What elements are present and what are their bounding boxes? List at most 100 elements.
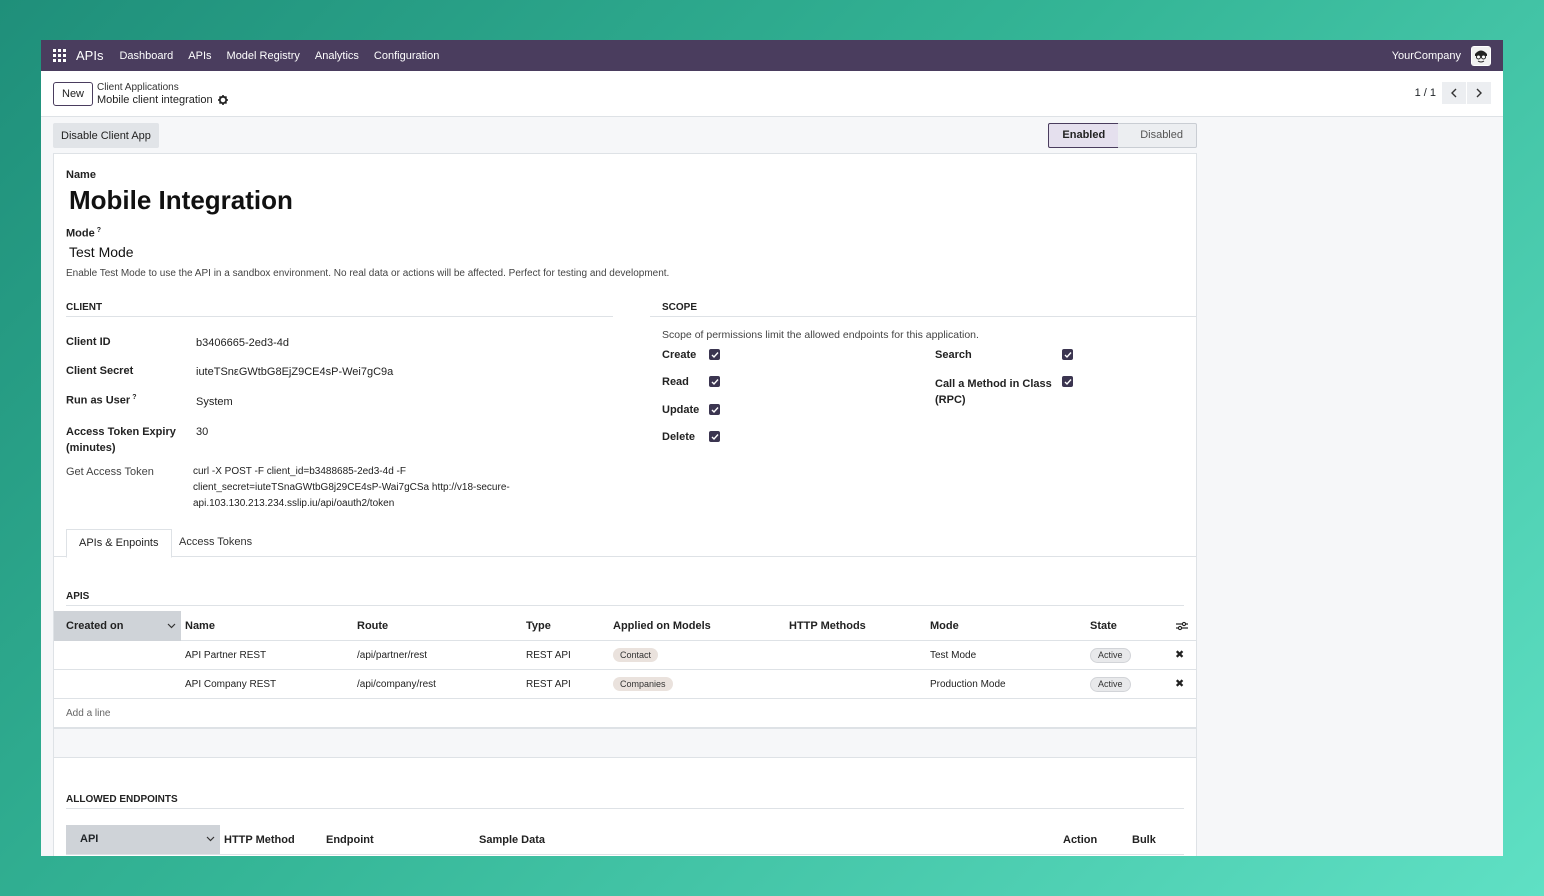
scope-rpc-label-line2: (RPC) (935, 394, 966, 406)
chevron-left-icon (1451, 88, 1457, 98)
client-id-field[interactable]: b3406665-2ed3-4d (196, 337, 289, 349)
control-panel: New Client Applications Mobile client in… (41, 71, 1503, 117)
nav-dashboard[interactable]: Dashboard (119, 50, 173, 62)
run-as-help-icon[interactable]: ? (132, 394, 136, 401)
table-row[interactable]: API Company REST /api/company/rest REST … (54, 670, 1196, 699)
model-tag: Companies (613, 677, 673, 691)
column-type[interactable]: Type (526, 611, 551, 641)
scope-help-text: Scope of permissions limit the allowed e… (662, 329, 979, 341)
column-api[interactable]: API (66, 825, 220, 854)
scope-update-label: Update (662, 404, 700, 416)
run-as-user-label-text: Run as User (66, 394, 131, 407)
client-id-label: Client ID (66, 336, 111, 348)
column-action[interactable]: Action (1063, 825, 1097, 855)
scope-search-checkbox[interactable] (1062, 349, 1073, 360)
checkmark-icon (711, 378, 719, 385)
tab-access-tokens[interactable]: Access Tokens (167, 529, 264, 558)
chevron-down-icon (206, 836, 215, 842)
column-http-method[interactable]: HTTP Method (224, 825, 295, 855)
column-applied-on-models[interactable]: Applied on Models (613, 611, 711, 641)
delete-row-icon[interactable]: ✖ (1175, 670, 1184, 699)
mode-help-icon[interactable]: ? (97, 227, 101, 234)
token-expiry-label-line1: Access Token Expiry (66, 426, 176, 438)
column-bulk[interactable]: Bulk (1132, 825, 1156, 855)
nav-configuration[interactable]: Configuration (374, 50, 439, 62)
column-name[interactable]: Name (185, 611, 215, 641)
column-created-on[interactable]: Created on (54, 611, 181, 641)
checkmark-icon (711, 406, 719, 413)
app-brand[interactable]: APIs (76, 48, 103, 63)
run-as-user-label: Run as User? (66, 394, 136, 407)
nav-apis[interactable]: APIs (188, 50, 211, 62)
column-sample-data[interactable]: Sample Data (479, 825, 545, 855)
pager-previous-button[interactable] (1442, 82, 1466, 104)
column-endpoint[interactable]: Endpoint (326, 825, 374, 855)
token-expiry-label: Access Token Expiry (minutes) (66, 424, 176, 456)
company-switcher[interactable]: YourCompany (1392, 50, 1461, 62)
add-a-line-link[interactable]: Add a line (66, 699, 110, 728)
record-title: Mobile client integration (97, 93, 213, 106)
column-api-label: API (80, 833, 99, 845)
form-sheet: Name Mobile Integration Mode? Test Mode … (53, 153, 1197, 856)
tab-apis-endpoints[interactable]: APIs & Enpoints (66, 529, 172, 558)
get-access-token-value[interactable]: curl -X POST -F client_id=b3488685-2ed3-… (193, 464, 538, 512)
curl-line-2: client_secret=iuteTSnaGWtbG8j29CE4sP-Wai… (193, 482, 510, 493)
status-disabled[interactable]: Disabled (1118, 123, 1197, 148)
curl-line-3: api.103.130.213.234.sslip.iu/api/oauth2/… (193, 498, 395, 509)
row-route: /api/partner/rest (357, 650, 428, 661)
scope-create-label: Create (662, 349, 697, 361)
row-type: REST API (526, 679, 571, 690)
table-row[interactable]: API Partner REST /api/partner/rest REST … (54, 641, 1196, 670)
scope-create-checkbox[interactable] (709, 349, 720, 360)
chevron-down-icon (167, 623, 176, 629)
scope-read-checkbox[interactable] (709, 376, 720, 387)
client-secret-field[interactable]: iuteTSnεGWtbG8EjZ9CE4sP-Wei7gC9a (196, 366, 393, 378)
column-state[interactable]: State (1090, 611, 1117, 641)
scope-rpc-label-line1: Call a Method in Class (935, 378, 1052, 390)
sliders-icon (1176, 621, 1188, 631)
disable-client-app-button[interactable]: Disable Client App (53, 123, 159, 148)
new-button[interactable]: New (53, 81, 94, 106)
column-route[interactable]: Route (357, 611, 388, 641)
pager-value[interactable]: 1 / 1 (1415, 87, 1436, 99)
scope-section-title: SCOPE (650, 302, 1196, 317)
mode-label: Mode? (66, 227, 101, 240)
name-field[interactable]: Mobile Integration (69, 185, 293, 216)
checkmark-icon (1064, 378, 1072, 385)
app-grid-icon[interactable] (53, 49, 66, 62)
token-expiry-field[interactable]: 30 (196, 426, 208, 438)
run-as-user-field[interactable]: System (196, 396, 233, 408)
form-statusbar: Disable Client App Enabled Disabled (53, 123, 1197, 149)
delete-row-icon[interactable]: ✖ (1175, 641, 1184, 670)
mode-label-text: Mode (66, 227, 95, 240)
apis-section-title: APIS (66, 591, 1184, 606)
breadcrumb-parent[interactable]: Client Applications (97, 81, 228, 94)
mode-field[interactable]: Test Mode (69, 244, 134, 260)
row-state: Active (1090, 670, 1131, 699)
status-enabled[interactable]: Enabled (1048, 123, 1120, 148)
row-mode: Production Mode (930, 679, 1006, 690)
mode-help-text: Enable Test Mode to use the API in a san… (66, 268, 670, 279)
breadcrumb-current: Mobile client integration (97, 94, 228, 107)
pager-next-button[interactable] (1467, 82, 1491, 104)
avatar[interactable] (1471, 45, 1491, 66)
get-access-token-label: Get Access Token (66, 466, 154, 478)
scope-update-checkbox[interactable] (709, 404, 720, 415)
column-http-methods[interactable]: HTTP Methods (789, 611, 866, 641)
status-badge: Active (1090, 648, 1131, 663)
add-line-row: Add a line (54, 699, 1196, 728)
nav-analytics[interactable]: Analytics (315, 50, 359, 62)
row-mode: Test Mode (930, 650, 977, 661)
chevron-right-icon (1476, 88, 1482, 98)
breadcrumb: Client Applications Mobile client integr… (97, 81, 228, 107)
scope-rpc-checkbox[interactable] (1062, 376, 1073, 387)
row-models: Companies (613, 670, 673, 699)
gear-icon[interactable] (217, 95, 228, 105)
nav-model-registry[interactable]: Model Registry (227, 50, 300, 62)
scope-delete-checkbox[interactable] (709, 431, 720, 442)
optional-columns-toggle[interactable] (1176, 611, 1188, 641)
row-models: Contact (613, 641, 659, 670)
column-mode[interactable]: Mode (930, 611, 959, 641)
client-section-title: CLIENT (66, 302, 613, 317)
scope-search-label: Search (935, 349, 972, 361)
